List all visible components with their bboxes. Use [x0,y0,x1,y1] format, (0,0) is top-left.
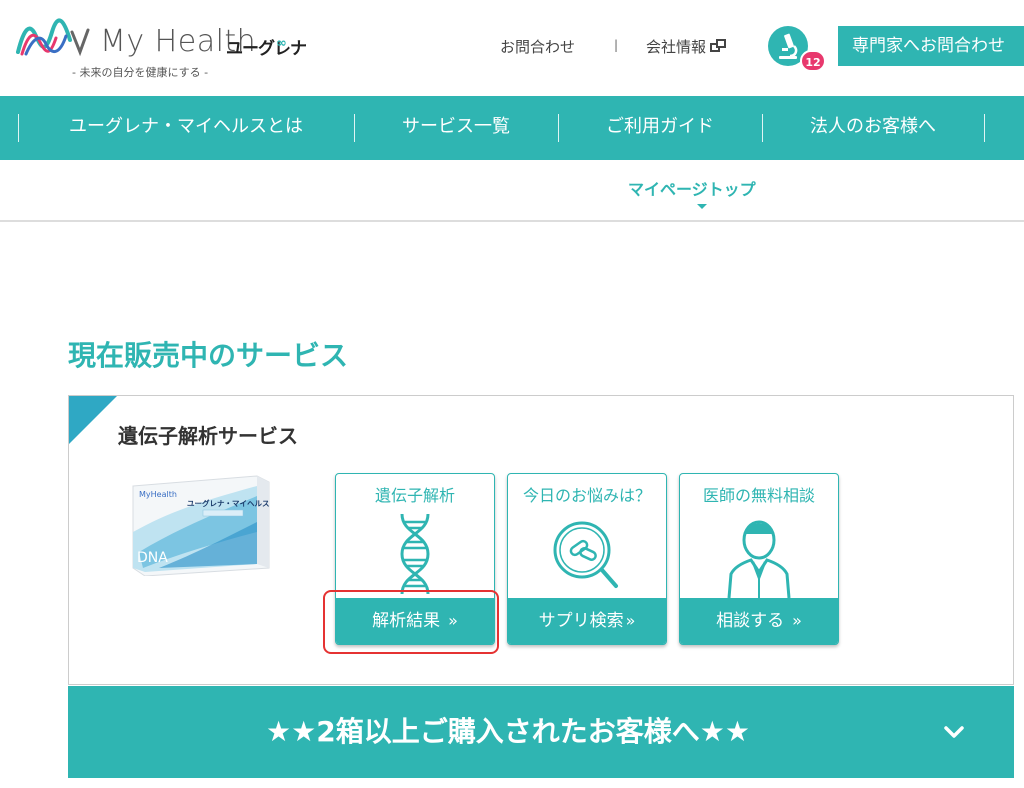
nav-item-services[interactable]: サービス一覧 [354,96,558,160]
subnav-mypage-top[interactable]: マイページトップ [628,176,756,200]
button-label: 相談する [716,611,785,631]
double-chevron-icon: » [792,611,802,630]
promo-text: ★★2箱以上ご購入されたお客様へ★★ [266,715,750,748]
logo-euglena-text: ユーグレナ [226,39,307,59]
tile-title: 今日のお悩みは？ [522,486,651,505]
doctor-icon [680,512,838,598]
product-dna-text: DNA [137,550,168,566]
tile-title: 遺伝子解析 [374,486,455,505]
analysis-results-button[interactable]: 解析結果 » [336,598,494,644]
tile-title: 医師の無料相談 [702,486,815,505]
product-box-image: MyHealth ユーグレナ・マイヘルス DNA [129,472,279,577]
magnifier-pills-icon [508,512,666,598]
company-info-link[interactable]: 会社情報 [646,36,727,57]
consult-button[interactable]: 相談する » [680,598,838,644]
svg-text:MyHealth: MyHealth [139,490,177,499]
dna-helix-icon [336,512,494,598]
double-chevron-icon: » [625,611,636,630]
logo-wave-icon [16,18,90,57]
chevron-down-icon [944,726,964,738]
product-box-label: ユーグレナ・マイヘルス [187,498,270,508]
double-chevron-icon: » [448,611,458,630]
promo-accordion[interactable]: ★★2箱以上ご購入されたお客様へ★★ [68,686,1014,778]
section-title: 現在販売中のサービス [68,339,349,372]
active-caret-icon [697,204,707,209]
logo-infinity-icon: ∞ [276,36,287,51]
tile-gene-analysis: 遺伝子解析 解析結果 » [335,473,495,645]
tile-daily-concerns: 今日のお悩みは？ サプリ検索» [507,473,667,645]
nav-item-corporate[interactable]: 法人のお客様へ [762,96,984,160]
nav-item-guide[interactable]: ご利用ガイド [558,96,762,160]
main-nav: ユーグレナ・マイヘルスとは サービス一覧 ご利用ガイド 法人のお客様へ [0,96,1024,160]
header-separator: | [614,38,619,52]
card-corner-ribbon [69,396,117,444]
nav-divider [984,114,985,142]
tile-doctor-consult: 医師の無料相談 相談する » [679,473,839,645]
service-card: 遺伝子解析サービス MyHealth ユーグレナ・マイヘルス DNA 遺伝子解析 [68,395,1014,685]
service-card-title: 遺伝子解析サービス [118,424,298,448]
company-info-label: 会社情報 [646,38,707,56]
nav-item-about[interactable]: ユーグレナ・マイヘルスとは [18,96,354,160]
site-logo[interactable]: My Health ユーグレナ ∞ - 未来の自分を健康にする - [14,12,314,82]
external-window-icon [710,39,727,53]
button-label: サプリ検索 [538,611,624,631]
supplement-search-button[interactable]: サプリ検索» [508,598,666,644]
notification-badge: 12 [800,50,826,72]
site-header: My Health ユーグレナ ∞ - 未来の自分を健康にする - お問合わせ … [0,0,1024,96]
contact-link[interactable]: お問合わせ [500,36,575,57]
button-label: 解析結果 [372,611,441,631]
sub-nav: マイページトップ [0,160,1024,222]
contact-expert-button[interactable]: 専門家へお問合わせ [838,26,1024,66]
logo-tagline: - 未来の自分を健康にする - [72,66,209,79]
